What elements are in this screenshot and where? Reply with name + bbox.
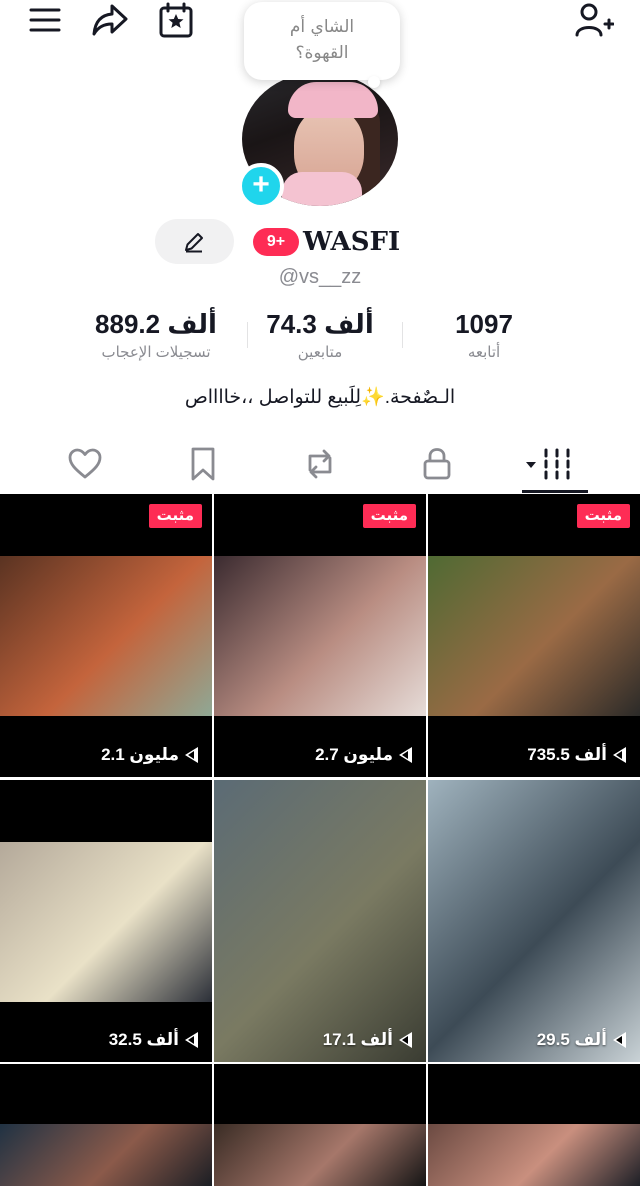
view-count-text: 32.5 ألف <box>108 1030 179 1049</box>
play-icon <box>613 747 626 763</box>
play-icon <box>399 747 412 763</box>
video-thumbnail[interactable]: 29.5 ألف <box>428 780 640 1062</box>
active-tab-indicator <box>522 490 588 493</box>
tab-liked[interactable] <box>40 436 130 492</box>
video-thumbnail[interactable]: مثبت 2.1 مليون <box>0 494 212 777</box>
note-bubble-tail <box>368 76 380 88</box>
bookmark-icon <box>191 447 215 481</box>
stat-label: أتابعه <box>467 344 501 361</box>
tab-private[interactable] <box>392 436 482 492</box>
stat-value: 74.3 ألف <box>266 309 374 339</box>
video-thumbnail[interactable]: 32.5 ألف <box>0 780 212 1062</box>
view-count: 17.1 ألف <box>323 1028 412 1052</box>
view-count: 2.1 مليون <box>101 743 198 767</box>
profile-tabs <box>0 436 640 494</box>
video-thumbnail[interactable]: مثبت 735.5 ألف <box>428 494 640 777</box>
video-frame <box>0 842 212 1002</box>
profile-handle: @vs__zz <box>278 266 362 288</box>
video-frame <box>0 1124 212 1186</box>
pinned-badge: مثبت <box>576 504 630 528</box>
view-count-text: 2.1 مليون <box>101 745 179 764</box>
stat-following[interactable]: 1097 أتابعه <box>394 306 574 364</box>
view-count-text: 735.5 ألف <box>527 745 607 764</box>
profile-bio: الـصٌفحة.✨لِلَبيع للتواصل ،،خااااص <box>184 387 456 408</box>
tab-saved[interactable] <box>158 436 248 492</box>
video-frame <box>214 780 426 1062</box>
stat-value: 1097 <box>455 309 513 339</box>
pinned-badge: مثبت <box>362 504 416 528</box>
stat-label: متابعين <box>297 344 343 361</box>
video-thumbnail[interactable]: 17.1 ألف <box>214 780 426 1062</box>
tab-videos[interactable] <box>512 436 602 492</box>
note-line-2: القهوة؟ <box>295 43 349 63</box>
menu-icon[interactable] <box>27 2 63 38</box>
add-story-plus-icon[interactable]: + <box>238 163 284 209</box>
video-frame <box>214 1124 426 1186</box>
video-frame <box>428 1124 640 1186</box>
view-count: 29.5 ألف <box>537 1028 626 1052</box>
video-frame <box>0 556 212 716</box>
video-thumbnail[interactable] <box>428 1064 640 1186</box>
avatar-sleeve <box>282 172 362 206</box>
tab-reposts[interactable] <box>275 436 365 492</box>
stat-likes[interactable]: 889.2 ألف تسجيلات الإعجاب <box>66 306 246 364</box>
notification-badge[interactable]: 9+ <box>253 228 299 256</box>
view-count-text: 2.7 مليون <box>315 745 393 764</box>
add-person-icon[interactable] <box>574 2 615 38</box>
view-count-text: 29.5 ألف <box>536 1030 607 1049</box>
view-count: 32.5 ألف <box>109 1028 198 1052</box>
avatar-hat <box>288 82 378 118</box>
repost-icon <box>308 449 332 479</box>
view-count: 735.5 ألف <box>527 743 626 767</box>
note-line-1: الشاي أم <box>289 17 355 37</box>
view-count-text: 17.1 ألف <box>322 1030 393 1049</box>
note-bubble[interactable]: الشاي أم القهوة؟ <box>244 2 400 80</box>
video-frame <box>214 556 426 716</box>
share-icon[interactable] <box>92 2 128 38</box>
play-icon <box>613 1032 626 1048</box>
stat-value: 889.2 ألف <box>95 309 217 339</box>
lock-icon <box>423 448 451 480</box>
view-count: 2.7 مليون <box>315 743 412 767</box>
play-icon <box>399 1032 412 1048</box>
video-thumbnail[interactable] <box>0 1064 212 1186</box>
pencil-icon <box>185 233 203 253</box>
calendar-star-icon[interactable] <box>158 2 194 38</box>
video-thumbnail[interactable] <box>214 1064 426 1186</box>
video-frame <box>428 780 640 1062</box>
video-frame <box>428 556 640 716</box>
stat-label: تسجيلات الإعجاب <box>101 344 211 361</box>
videos-grid-icon <box>526 448 570 480</box>
edit-profile-button[interactable] <box>155 219 234 264</box>
video-thumbnail[interactable]: مثبت 2.7 مليون <box>214 494 426 777</box>
profile-username: WASFI <box>303 227 401 257</box>
liked-heart-icon <box>68 448 102 479</box>
play-icon <box>185 747 198 763</box>
play-icon <box>185 1032 198 1048</box>
pinned-badge: مثبت <box>148 504 202 528</box>
stat-followers[interactable]: 74.3 ألف متابعين <box>230 306 410 364</box>
